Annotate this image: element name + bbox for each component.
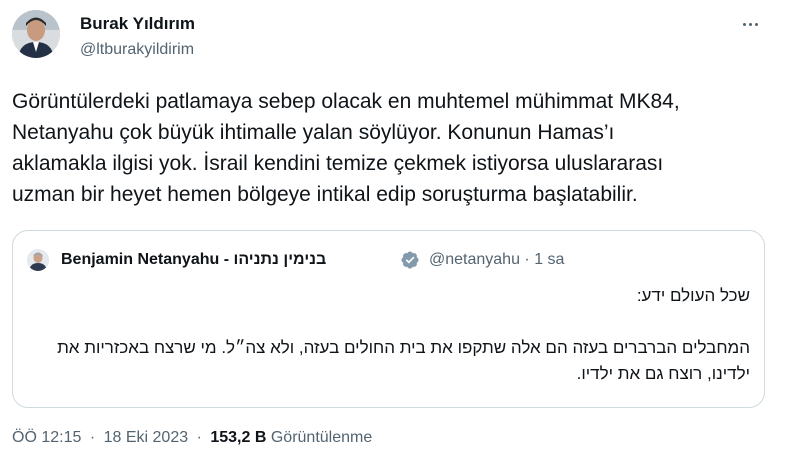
quoted-author-handle: @netanyahu · 1 sa bbox=[429, 251, 565, 268]
tweet-text-line: Görüntülerdeki patlamaya sebep olacak en… bbox=[12, 90, 680, 113]
meta-separator: · bbox=[89, 429, 96, 446]
meta-separator: · bbox=[196, 429, 202, 446]
author-name[interactable]: Burak Yıldırım bbox=[80, 13, 195, 35]
tweet-text-line: aklamakla ilgisi yok. İsrail kendini tem… bbox=[12, 152, 664, 175]
gray-verified-badge-icon bbox=[400, 250, 420, 270]
view-count-label: Görüntülenme bbox=[270, 429, 373, 446]
tweet-meta: ÖÖ 12:15 · 18 Eki 2023 · 153,2 B Görüntü… bbox=[12, 427, 372, 449]
quoted-text-paragraph: שכל העולם ידע: bbox=[636, 286, 750, 305]
quoted-author-name: Benjamin Netanyahu - בנימין נתניהו bbox=[61, 251, 327, 268]
author-handle[interactable]: @ltburakyildirim bbox=[80, 39, 194, 61]
quoted-author-avatar bbox=[27, 249, 49, 271]
tweet-card: Burak Yıldırım @ltburakyildirim Görüntül… bbox=[0, 0, 801, 457]
quoted-tweet[interactable]: Benjamin Netanyahu - בנימין נתניהו @neta… bbox=[12, 230, 765, 408]
view-count[interactable]: 153,2 B bbox=[210, 429, 266, 446]
quoted-tweet-text: שכל העולם ידע: המחבלים הברברים בעזה הם א… bbox=[30, 283, 750, 387]
tweet-time[interactable]: ÖÖ 12:15 bbox=[12, 429, 81, 446]
tweet-text-line: Netanyahu çok büyük ihtimalle yalan söyl… bbox=[12, 121, 615, 144]
tweet-text: Görüntülerdeki patlamaya sebep olacak en… bbox=[12, 86, 782, 210]
quoted-text-paragraph: המחבלים הברברים בעזה הם אלה שתקפו את בית… bbox=[57, 338, 750, 383]
tweet-date[interactable]: 18 Eki 2023 bbox=[104, 429, 189, 446]
author-avatar[interactable] bbox=[12, 10, 60, 58]
tweet-text-line: uzman bir heyet hemen bölgeye intikal ed… bbox=[12, 183, 638, 206]
more-horizontal-icon bbox=[742, 22, 746, 26]
more-options-button[interactable] bbox=[738, 14, 762, 34]
